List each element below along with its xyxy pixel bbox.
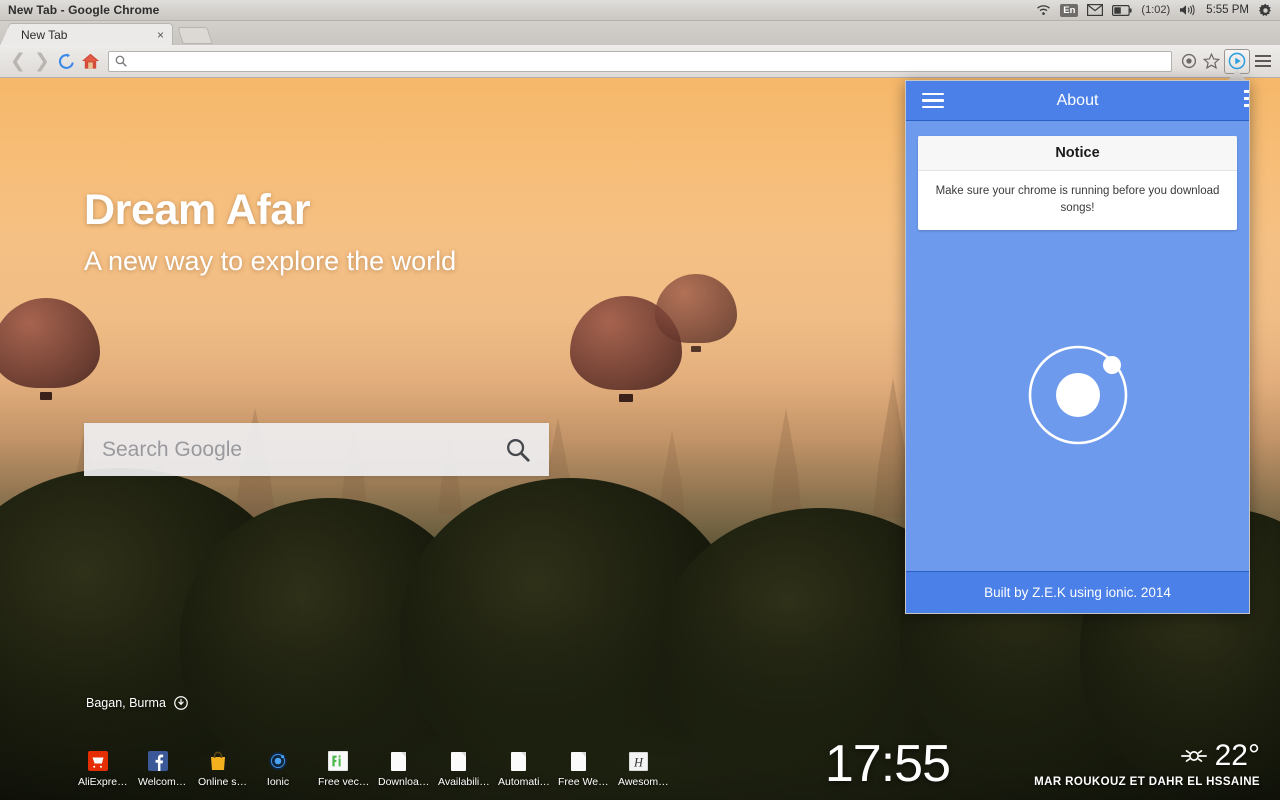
document-icon (507, 750, 529, 772)
screen: New Tab - Google Chrome En (1:02) 5:55 P… (0, 0, 1280, 800)
document-icon (387, 750, 409, 772)
document-icon (567, 750, 589, 772)
shortcut-online-shop[interactable]: Online s… (198, 750, 248, 788)
forward-arrow-icon[interactable]: ❯ (30, 49, 54, 73)
popup-title: About (1056, 91, 1099, 109)
close-icon[interactable]: × (157, 29, 164, 41)
freepik-icon (327, 750, 349, 772)
aliexpress-icon (87, 750, 109, 772)
popup-pointer-arrow (1228, 70, 1246, 80)
reload-icon[interactable] (54, 49, 78, 73)
star-icon[interactable] (1200, 50, 1222, 72)
os-titlebar: New Tab - Google Chrome En (1:02) 5:55 P… (0, 0, 1280, 21)
shortcut-label: AliExpre… (78, 776, 128, 788)
new-tab-button[interactable] (177, 27, 213, 44)
shortcut-label: Free vec… (318, 776, 370, 788)
document-icon (447, 750, 469, 772)
home-icon[interactable] (78, 49, 102, 73)
photo-credit-label: Bagan, Burma (86, 696, 166, 710)
shortcut-availability[interactable]: Availabili… (438, 750, 490, 788)
hero-block: Dream Afar A new way to explore the worl… (84, 186, 456, 277)
shortcut-label: Free We… (558, 776, 609, 788)
shortcut-free-web[interactable]: Free We… (558, 750, 609, 788)
page-subtitle: A new way to explore the world (84, 246, 457, 276)
weather-temperature: 22° (1214, 739, 1260, 772)
shortcut-awesome[interactable]: H Awesom… (618, 750, 669, 788)
hot-air-balloon (0, 298, 100, 413)
page-clock: 17:55 (824, 735, 951, 793)
shortcut-free-vectors[interactable]: Free vec… (318, 750, 370, 788)
shortcut-label: Availabili… (438, 776, 490, 788)
ionic-icon (267, 750, 289, 772)
more-vertical-icon[interactable] (1244, 90, 1249, 107)
battery-icon[interactable] (1112, 4, 1133, 16)
back-arrow-icon[interactable]: ❮ (6, 49, 30, 73)
google-search-box[interactable] (84, 423, 549, 476)
gear-icon[interactable] (1258, 3, 1273, 18)
volume-icon[interactable] (1179, 4, 1197, 16)
shortcut-label: Downloa… (378, 776, 430, 788)
popup-header: About (906, 81, 1249, 121)
haze-sun-icon (1180, 750, 1207, 762)
browser-tab-new-tab[interactable]: New Tab × (0, 23, 173, 46)
shortcut-label: Awesom… (618, 776, 669, 788)
extension-popup: About Notice Make sure your chrome is ru… (905, 80, 1250, 614)
target-icon[interactable] (1178, 50, 1200, 72)
shortcut-label: Automati… (498, 776, 550, 788)
browser-toolbar: ❮ ❯ (0, 45, 1280, 78)
photo-credit[interactable]: Bagan, Burma (86, 696, 188, 710)
shortcut-download[interactable]: Downloa… (378, 750, 430, 788)
shortcut-label: Welcom… (138, 776, 187, 788)
weather-top: 22° (1034, 741, 1260, 771)
notice-text: Make sure your chrome is running before … (935, 185, 1220, 214)
hot-air-balloon (655, 274, 737, 362)
play-circle-icon (1228, 52, 1246, 70)
mail-icon[interactable] (1087, 4, 1104, 16)
shortcut-aliexpress[interactable]: AliExpre… (78, 750, 128, 788)
shortcut-label: Ionic (266, 776, 290, 788)
script-h-icon: H (627, 750, 649, 772)
browser-tabstrip: New Tab × (0, 21, 1280, 46)
system-clock[interactable]: 5:55 PM (1206, 4, 1249, 16)
search-input[interactable] (102, 437, 505, 462)
info-circle-icon[interactable] (174, 696, 188, 710)
search-icon (115, 55, 127, 67)
page-title: Dream Afar (84, 186, 311, 234)
shortcut-ionic[interactable]: Ionic (258, 750, 298, 788)
ionic-logo-icon (1026, 343, 1130, 452)
search-icon[interactable] (505, 437, 531, 463)
wifi-icon[interactable] (1036, 4, 1051, 16)
notice-card: Notice Make sure your chrome is running … (918, 136, 1237, 231)
shopping-bag-icon (207, 750, 229, 772)
weather-widget[interactable]: 22° MAR ROUKOUZ ET DAHR EL HSSAINE (1034, 741, 1260, 789)
battery-time-label: (1:02) (1141, 4, 1171, 16)
shortcut-welcome-facebook[interactable]: Welcom… (138, 750, 187, 788)
tab-title: New Tab (21, 27, 68, 42)
popup-body: Notice Make sure your chrome is running … (906, 121, 1249, 571)
shortcut-automation[interactable]: Automati… (498, 750, 550, 788)
shortcut-label: Online s… (198, 776, 248, 788)
popup-footer: Built by Z.E.K using ionic. 2014 (906, 571, 1249, 613)
shortcuts-bar: AliExpre… Welcom… Online s… Ionic Free v… (78, 750, 669, 788)
hamburger-menu-icon[interactable] (1252, 50, 1274, 72)
weather-location: MAR ROUKOUZ ET DAHR EL HSSAINE (1034, 776, 1260, 788)
notice-heading: Notice (918, 136, 1237, 171)
omnibox[interactable] (108, 50, 1172, 72)
system-tray: En (1:02) 5:55 PM (1036, 3, 1280, 18)
svg-text:H: H (633, 755, 644, 769)
keyboard-layout-indicator[interactable]: En (1060, 3, 1079, 17)
window-title: New Tab - Google Chrome (8, 3, 160, 17)
facebook-icon (147, 750, 169, 772)
